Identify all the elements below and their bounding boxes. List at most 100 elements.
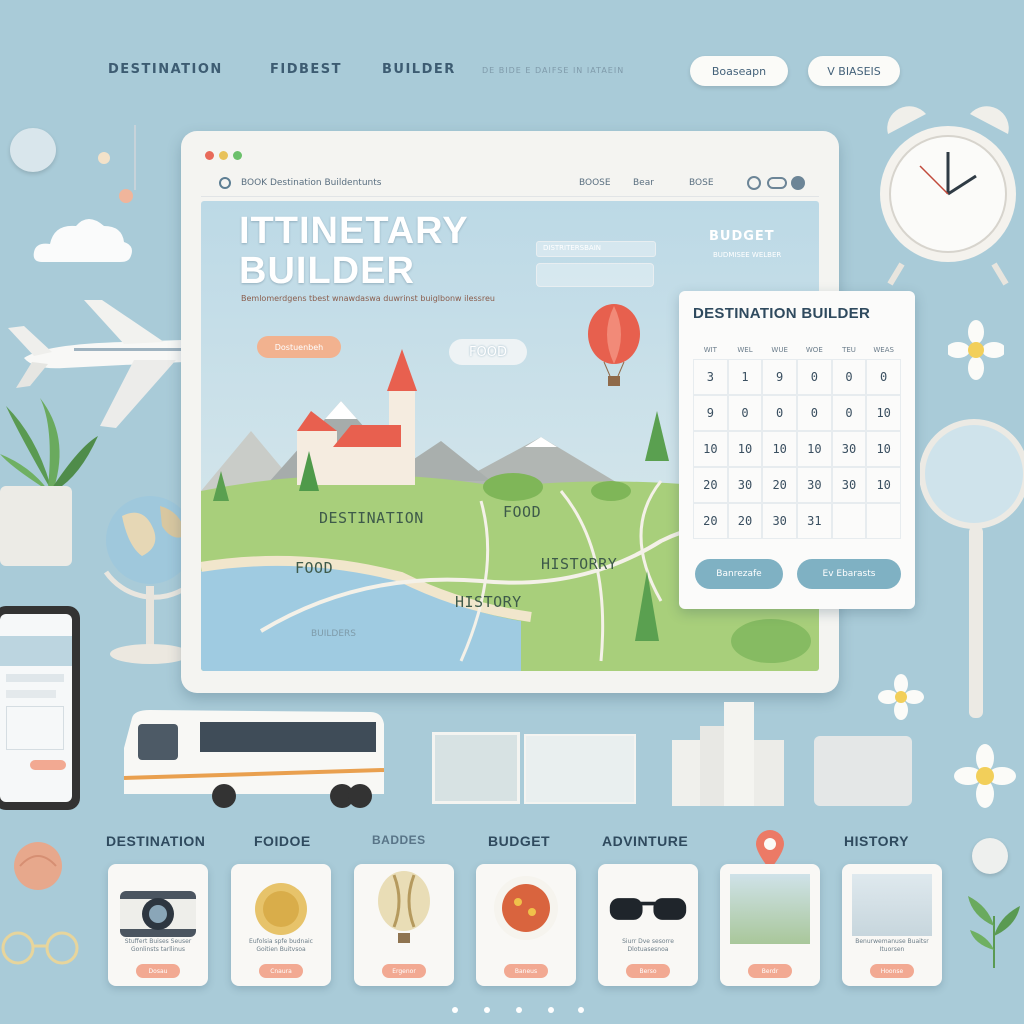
category-card-budget[interactable]: Baneus [476,864,576,986]
category-label-history[interactable]: HISTORY [844,833,909,849]
category-card-adventure[interactable]: Siurr Dve sesorre Dlotuasesnoa Berso [598,864,698,986]
window-close-dot[interactable] [205,151,214,160]
category-card-landscape[interactable]: Berdr [720,864,820,986]
calendar-day-cell[interactable]: 10 [762,431,797,467]
map-label-food-1: FOOD [503,503,542,521]
hero-title: ITTINETARY BUILDER [239,210,469,292]
map-label-destination: DESTINATION [319,509,424,527]
calendar-day-cell[interactable]: 0 [762,395,797,431]
budget-label: BUDGET [709,229,775,244]
calendar-day-cell[interactable]: 0 [866,359,901,395]
card-button[interactable]: Baneus [504,964,548,978]
calendar-day-cell[interactable]: 10 [866,395,901,431]
cloud-icon [33,219,132,262]
calendar-day-cell[interactable]: 30 [727,467,763,503]
pager-dot[interactable] [484,1007,490,1013]
pill-capsule-icon [10,128,56,172]
calendar-day-cell[interactable]: 30 [762,503,797,539]
nav-builder[interactable]: BUILDER [382,62,456,77]
calendar-day-cell[interactable]: 10 [866,467,901,503]
category-card-history[interactable]: Benurwemanuse Buaitsr Ituorsen Hoonse [842,864,942,986]
calendar-day-cell[interactable]: 10 [727,431,763,467]
calendar-day-cell[interactable]: 30 [831,467,867,503]
card-button[interactable]: Ergenor [382,964,426,978]
site-title: BOOK Destination Buildentunts [241,178,382,188]
calendar-day-cell[interactable]: 30 [797,467,832,503]
nav-destination[interactable]: DESTINATION [108,62,223,77]
map-label-history: HISTORY [455,593,522,611]
calendar-day-cell[interactable]: 31 [797,503,832,539]
category-label-destination[interactable]: DESTINATION [106,833,205,849]
calendar-day-header: WEAS [873,346,894,354]
category-label-advinture[interactable]: ADVINTURE [602,833,688,849]
menu-item-3[interactable]: BOSE [689,178,714,188]
seashell-icon [14,842,62,890]
hot-air-balloon-icon [588,304,640,386]
menu-item-1[interactable]: BOOSE [579,178,611,188]
calendar-day-cell[interactable]: 20 [727,503,763,539]
calendar-day-cell[interactable]: 1 [727,359,763,395]
calendar-day-cell[interactable] [866,503,901,539]
calendar-day-cell[interactable]: 0 [797,395,832,431]
card-button[interactable]: Hoonse [870,964,914,978]
card-button[interactable]: Berdr [748,964,792,978]
calendar-day-header: WIT [703,346,717,354]
sunglasses-icon [608,874,688,944]
calendar-day-cell[interactable]: 0 [727,395,763,431]
category-card-camera[interactable]: Stuffert Buises Seuser Gonlinsts tarllin… [108,864,208,986]
search-form-field-2[interactable] [536,263,654,287]
calendar-day-cell[interactable]: 20 [693,503,728,539]
menu-item-2[interactable]: Bear [633,178,654,188]
card-button[interactable]: Cnaura [259,964,303,978]
pager-dot[interactable] [578,1007,584,1013]
category-card-food[interactable]: Eufolsia spfe budnaic Goitien Buitvsoa C… [231,864,331,986]
calendar-day-cell[interactable]: 9 [693,395,728,431]
landscape-photo-icon [730,874,810,944]
pager-dot[interactable] [516,1007,522,1013]
pager-dot[interactable] [452,1007,458,1013]
calendar-day-cell[interactable]: 20 [693,467,728,503]
calendar-button-2[interactable]: Ev Ebarasts [797,559,901,589]
toggle-icon[interactable] [767,177,787,189]
flower-pin-icon [98,125,136,203]
calendar-day-cell[interactable]: 0 [797,359,832,395]
card-text: Benurwemanuse Buaitsr Ituorsen [855,938,929,953]
calendar-title: DESTINATION BUILDER [693,305,871,322]
calendar-day-cell[interactable]: 3 [693,359,728,395]
window-maximize-dot[interactable] [233,151,242,160]
leaf-sprig-icon [968,896,1020,968]
potted-plant-icon [0,398,98,566]
category-label-foidoe[interactable]: FOIDOE [254,833,311,849]
nav-button-primary[interactable]: Boaseapn [690,56,788,86]
food-bowl-icon [486,874,566,944]
calendar-day-header: WOE [805,346,823,354]
card-text: Siurr Dve sesorre Dlotuasesnoa [622,938,674,953]
category-label-baddes[interactable]: BADDES [372,833,426,847]
user-icon[interactable] [791,176,805,190]
calendar-day-cell[interactable] [831,503,867,539]
history-photo-icon [852,874,932,936]
calendar-day-cell[interactable]: 0 [831,395,867,431]
calendar-day-cell[interactable]: 9 [762,359,797,395]
budget-sublabel: BUDMISEE WELBER [713,251,782,259]
nav-fidbest[interactable]: FIDBEST [270,62,342,77]
bus-icon [123,710,385,808]
calendar-day-cell[interactable]: 10 [866,431,901,467]
category-label-budget[interactable]: BUDGET [488,833,550,849]
calendar-day-cell[interactable]: 20 [762,467,797,503]
calendar-day-cell[interactable]: 30 [831,431,867,467]
search-icon[interactable] [747,176,761,190]
wallet-icon [814,736,912,806]
category-card-balloon[interactable]: Ergenor [354,864,454,986]
card-button[interactable]: Dosau [136,964,180,978]
calendar-day-cell[interactable]: 10 [797,431,832,467]
window-minimize-dot[interactable] [219,151,228,160]
calendar-button-1[interactable]: Banrezafe [695,559,783,589]
alarm-clock-icon [880,106,1016,286]
calendar-day-cell[interactable]: 0 [831,359,867,395]
pager-dot[interactable] [548,1007,554,1013]
card-button[interactable]: Berso [626,964,670,978]
calendar-day-cell[interactable]: 10 [693,431,728,467]
nav-button-secondary[interactable]: V BIASEIS [808,56,900,86]
coin-icon [972,838,1008,874]
